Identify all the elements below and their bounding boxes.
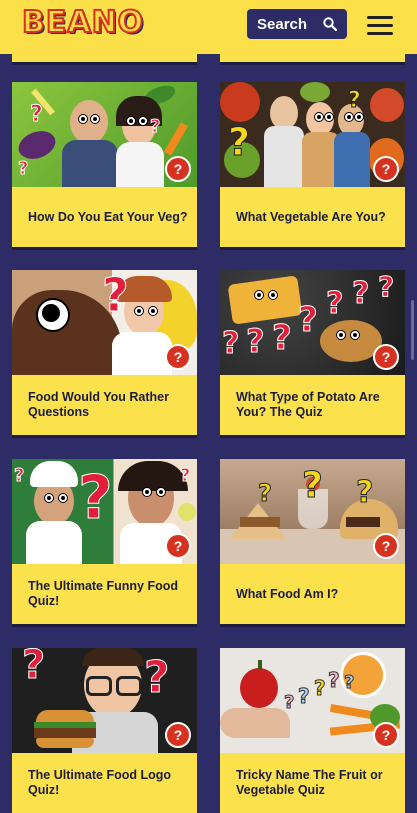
quiz-card[interactable]: ? Food Would You Rather Questions ? xyxy=(12,270,197,435)
site-header: BEANO Search xyxy=(0,0,417,54)
quiz-badge-icon: ? xyxy=(165,344,191,370)
hamburger-menu-icon[interactable] xyxy=(367,16,393,36)
card-title-box: What Type of Potato Are You? The Quiz xyxy=(220,375,405,435)
card-title: Tricky Name The Fruit or Vegetable Quiz xyxy=(236,768,383,797)
card-title: What Type of Potato Are You? The Quiz xyxy=(236,390,380,419)
quiz-card[interactable]: ? ? ? What Food Am I? ? xyxy=(220,459,405,624)
card-title-box: Food Would You Rather Questions xyxy=(12,375,197,435)
search-icon xyxy=(323,17,337,31)
quiz-card[interactable]: ? ? ? ? ? Tricky Name The Fruit or Veget… xyxy=(220,648,405,813)
card-title-box: The Ultimate Food Logo Quiz! xyxy=(12,753,197,813)
quiz-badge-icon: ? xyxy=(373,533,399,559)
card-title: How Do You Eat Your Veg? xyxy=(28,209,188,224)
card-title: Food Would You Rather Questions xyxy=(28,390,169,419)
quiz-badge-icon: ? xyxy=(373,722,399,748)
search-button[interactable]: Search xyxy=(247,9,347,39)
card-title-box: The Ultimate Funny Food Quiz! xyxy=(12,564,197,624)
card-title: What Food Am I? xyxy=(236,586,339,601)
scrollbar[interactable] xyxy=(411,300,414,360)
card-title: What Vegetable Are You? xyxy=(236,209,386,224)
beano-logo[interactable]: BEANO xyxy=(21,4,144,41)
card-title-box: How Do You Eat Your Veg? xyxy=(12,187,197,247)
card-title: The Ultimate Funny Food Quiz! xyxy=(28,579,178,608)
quiz-card[interactable]: ? ? ? ? ? ? ? What Type of Potato Are Yo… xyxy=(220,270,405,435)
card-title-box: What Food Am I? xyxy=(220,564,405,624)
quiz-badge-icon: ? xyxy=(165,156,191,182)
quiz-badge-icon: ? xyxy=(373,156,399,182)
quiz-card[interactable]: ? ? ? The Ultimate Funny Food Quiz! ? xyxy=(12,459,197,624)
quiz-badge-icon: ? xyxy=(165,722,191,748)
card-title: The Ultimate Food Logo Quiz! xyxy=(28,768,172,797)
quiz-card[interactable]: ? ? What Vegetable Are You? ? xyxy=(220,82,405,247)
card-partial-top-left[interactable] xyxy=(12,54,197,62)
quiz-card[interactable]: ? ? The Ultimate Food Logo Quiz! ? xyxy=(12,648,197,813)
card-title-box: Tricky Name The Fruit or Vegetable Quiz xyxy=(220,753,405,813)
search-label: Search xyxy=(257,15,308,33)
card-title-box: What Vegetable Are You? xyxy=(220,187,405,247)
quiz-badge-icon: ? xyxy=(373,344,399,370)
quiz-badge-icon: ? xyxy=(165,533,191,559)
quiz-card[interactable]: ? ? ? How Do You Eat Your Veg? ? xyxy=(12,82,197,247)
card-partial-top-right[interactable] xyxy=(220,54,405,62)
